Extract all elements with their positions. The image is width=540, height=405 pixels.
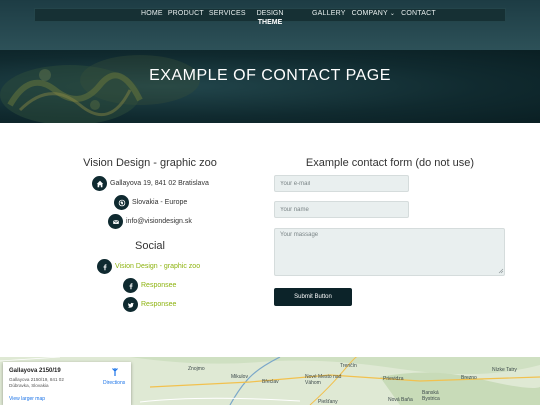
twitter-link[interactable]: Responsee xyxy=(141,301,176,308)
facebook-icon[interactable] xyxy=(97,259,112,274)
nav-left-group: HOME PRODUCT SERVICES xyxy=(141,10,246,17)
nav-gallery[interactable]: GALLERY xyxy=(312,10,346,17)
address-text: Gallayova 19, 841 02 Bratislava xyxy=(110,180,209,187)
page-banner: EXAMPLE OF CONTACT PAGE xyxy=(0,50,540,123)
directions-icon[interactable] xyxy=(110,367,120,377)
chevron-down-icon: ⌄ xyxy=(389,11,396,17)
nav-product[interactable]: PRODUCT xyxy=(168,10,204,17)
nav-contact[interactable]: CONTACT xyxy=(401,10,436,17)
region-text: Slovakia - Europe xyxy=(132,199,188,206)
nav-right-group: GALLERY COMPANY ⌄ CONTACT xyxy=(312,10,436,17)
map-card-address: Gallayova 2150/19, 841 02 Dúbravka, Slov… xyxy=(9,377,64,388)
nav-company-label: COMPANY xyxy=(351,10,388,17)
address-row: Gallayova 19, 841 02 Bratislava xyxy=(92,176,209,191)
social-title: Social xyxy=(135,240,165,252)
site-logo[interactable]: DESIGN THEME xyxy=(252,9,288,27)
page-title: EXAMPLE OF CONTACT PAGE xyxy=(149,67,391,84)
map-place-label: Znojmo xyxy=(188,366,205,372)
facebook-row: Responsee xyxy=(123,278,176,293)
map-place-label: Mikulov xyxy=(231,374,248,380)
contact-form-title: Example contact form (do not use) xyxy=(305,157,475,169)
graffiti-art-image xyxy=(0,55,200,123)
directions-link[interactable]: Directions xyxy=(103,380,125,386)
email-field[interactable] xyxy=(274,175,409,192)
map-place-label: Nová Baňa xyxy=(388,397,413,403)
map-place-label: Břeclav xyxy=(262,379,279,385)
map-info-card: Gallayova 2150/19 Gallayova 2150/19, 841… xyxy=(3,362,131,405)
email-row: info@visiondesign.sk xyxy=(108,214,192,229)
company-title: Vision Design - graphic zoo xyxy=(83,157,217,169)
map-place-label: Nové Mesto nad Váhom xyxy=(305,374,342,386)
site-header: HOME PRODUCT SERVICES DESIGN THEME GALLE… xyxy=(0,0,540,50)
facebook-link[interactable]: Responsee xyxy=(141,282,176,289)
name-field[interactable] xyxy=(274,201,409,218)
region-row: Slovakia - Europe xyxy=(114,195,187,210)
nav-home[interactable]: HOME xyxy=(141,10,163,17)
facebook-icon[interactable] xyxy=(123,278,138,293)
logo-line2: THEME xyxy=(257,19,283,26)
nav-company[interactable]: COMPANY ⌄ xyxy=(352,10,396,17)
twitter-row: Responsee xyxy=(123,297,176,312)
envelope-icon xyxy=(108,214,123,229)
email-text[interactable]: info@visiondesign.sk xyxy=(126,218,192,225)
globe-icon xyxy=(114,195,129,210)
submit-button[interactable]: Submit Button xyxy=(274,288,352,306)
message-field[interactable] xyxy=(274,228,505,276)
facebook-page-link[interactable]: Vision Design - graphic zoo xyxy=(115,263,200,270)
map-place-label: Nízke Tatry xyxy=(492,367,517,373)
map-place-label: Prievidza xyxy=(383,376,404,382)
facebook-page-row: Vision Design - graphic zoo xyxy=(97,259,200,274)
map-card-title: Gallayova 2150/19 xyxy=(9,368,61,374)
resize-handle-icon[interactable] xyxy=(498,268,504,274)
map-place-label: Piešťany xyxy=(318,399,338,405)
home-icon xyxy=(92,176,107,191)
map-place-label: Banská Bystrica xyxy=(422,390,440,402)
view-larger-map-link[interactable]: View larger map xyxy=(9,396,45,402)
nav-services[interactable]: SERVICES xyxy=(209,10,246,17)
logo-line1: DESIGN xyxy=(256,10,284,17)
map-place-label: Trenčín xyxy=(340,363,357,369)
twitter-icon[interactable] xyxy=(123,297,138,312)
map-place-label: Brezno xyxy=(461,375,477,381)
